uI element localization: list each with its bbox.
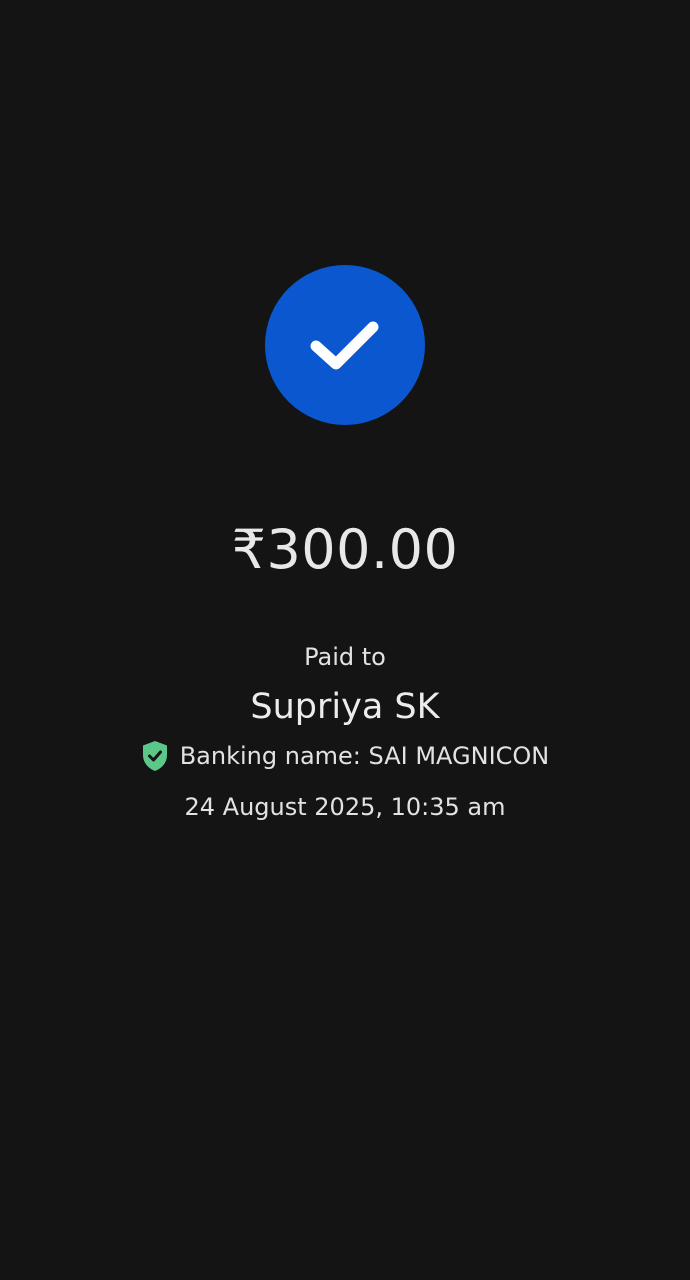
verified-shield-icon [141, 740, 169, 772]
banking-name-text: Banking name: SAI MAGNICON [179, 742, 550, 770]
payee-name: Supriya SK [250, 687, 440, 727]
success-badge [265, 265, 425, 425]
payment-success-screen: ₹300.00 Paid to Supriya SK Banking name:… [0, 0, 690, 1280]
payment-datetime: 24 August 2025, 10:35 am [184, 793, 506, 821]
paid-to-label: Paid to [304, 643, 386, 671]
payment-amount: ₹300.00 [231, 518, 459, 581]
checkmark-icon [310, 317, 380, 373]
banking-name-row: Banking name: SAI MAGNICON [0, 739, 690, 773]
